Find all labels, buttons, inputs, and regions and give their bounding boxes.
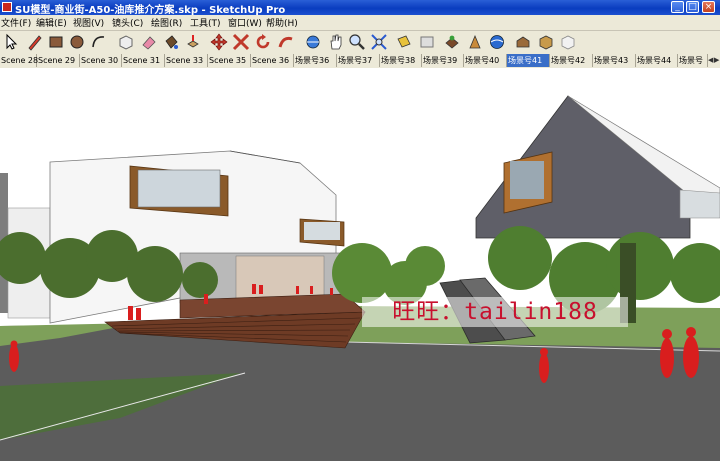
- get-models-icon[interactable]: [443, 33, 461, 51]
- scene-tabs-bar: Scene 28 Scene 29 Scene 30 Scene 31 Scen…: [0, 53, 720, 69]
- window-title: SU模型-商业街-A50-油库推介方案.skp - SketchUp Pro: [15, 5, 286, 16]
- scene-tab[interactable]: Scene 35: [208, 54, 251, 67]
- scene-tab[interactable]: 场景号39: [422, 54, 464, 67]
- menu-draw[interactable]: 绘图(R): [151, 16, 182, 29]
- zoom-icon[interactable]: [348, 33, 366, 51]
- eraser-icon[interactable]: [140, 33, 158, 51]
- share-model-icon[interactable]: [466, 33, 484, 51]
- model-viewport[interactable]: 旺旺：tailin188: [0, 68, 720, 461]
- extension-warehouse-icon[interactable]: [514, 33, 532, 51]
- paint-bucket-icon[interactable]: [162, 33, 180, 51]
- rectangle-icon[interactable]: [47, 33, 65, 51]
- menu-tools[interactable]: 工具(T): [190, 16, 221, 29]
- scene-tab[interactable]: 场景号: [678, 54, 708, 67]
- scene-tab[interactable]: Scene 36: [251, 54, 294, 67]
- scene-tab[interactable]: Scene 31: [122, 54, 165, 67]
- scene-tab[interactable]: 场景号37: [337, 54, 380, 67]
- building-window-glass: [137, 169, 221, 208]
- select-tool-icon[interactable]: [2, 33, 20, 51]
- minimize-button[interactable]: _: [671, 1, 684, 13]
- menu-view[interactable]: 视图(V): [73, 16, 104, 29]
- scene-tab[interactable]: 场景号44: [636, 54, 678, 67]
- maximize-button[interactable]: □: [686, 1, 699, 13]
- previous-view-icon[interactable]: [418, 33, 436, 51]
- styles-icon[interactable]: [559, 33, 577, 51]
- orbit-icon[interactable]: [304, 33, 322, 51]
- components-icon[interactable]: [537, 33, 555, 51]
- menu-bar: 文件(F) 编辑(E) 视图(V) 镜头(C) 绘图(R) 工具(T) 窗口(W…: [0, 15, 720, 31]
- move-icon[interactable]: [210, 33, 228, 51]
- zoom-extents-icon[interactable]: [370, 33, 388, 51]
- scene-tab[interactable]: 场景号42: [550, 54, 593, 67]
- circle-icon[interactable]: [68, 33, 86, 51]
- push-pull-icon[interactable]: [184, 33, 202, 51]
- scale-icon[interactable]: [232, 33, 250, 51]
- scene-tab[interactable]: Scene 28: [0, 54, 38, 67]
- scene-tab[interactable]: 场景号40: [464, 54, 507, 67]
- photo-textures-icon[interactable]: [488, 33, 506, 51]
- scene-tab[interactable]: 场景号36: [294, 54, 337, 67]
- close-button[interactable]: ×: [702, 1, 715, 13]
- menu-window[interactable]: 窗口(W): [228, 16, 262, 29]
- follow-me-icon[interactable]: [277, 33, 295, 51]
- section-plane-icon[interactable]: [395, 33, 413, 51]
- scene-tab[interactable]: Scene 30: [80, 54, 122, 67]
- menu-file[interactable]: 文件(F): [1, 16, 31, 29]
- arc-icon[interactable]: [90, 33, 108, 51]
- right-balcony: [679, 189, 720, 219]
- menu-help[interactable]: 帮助(H): [266, 16, 298, 29]
- scene-tab[interactable]: Scene 33: [165, 54, 208, 67]
- title-bar: SU模型-商业街-A50-油库推介方案.skp - SketchUp Pro _…: [0, 0, 720, 16]
- component-icon[interactable]: [117, 33, 135, 51]
- menu-edit[interactable]: 编辑(E): [36, 16, 67, 29]
- pan-hand-icon[interactable]: [327, 33, 345, 51]
- main-toolbar: [0, 31, 720, 54]
- sketchup-app-icon[interactable]: [2, 2, 12, 12]
- menu-camera[interactable]: 镜头(C): [112, 16, 143, 29]
- scene-tab[interactable]: 场景号38: [380, 54, 422, 67]
- rotate-icon[interactable]: [254, 33, 272, 51]
- scene-render: [0, 68, 720, 461]
- pencil-icon[interactable]: [26, 33, 44, 51]
- watermark-text: 旺旺：tailin188: [362, 297, 628, 327]
- scene-tab[interactable]: Scene 29: [37, 54, 80, 67]
- scene-scroll-right-icon[interactable]: ▶: [714, 55, 720, 65]
- scene-tab[interactable]: 场景号43: [593, 54, 636, 67]
- scene-tab-active[interactable]: 场景号41: [507, 54, 550, 67]
